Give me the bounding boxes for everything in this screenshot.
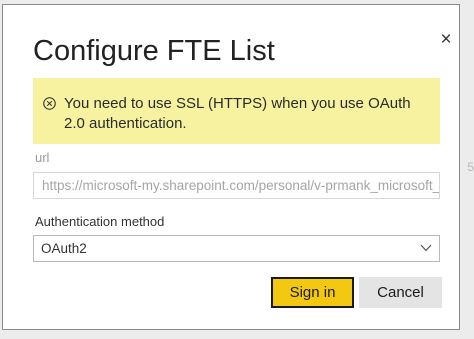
chevron-down-icon — [420, 244, 432, 252]
warning-banner: You need to use SSL (HTTPS) when you use… — [33, 78, 440, 144]
cancel-button[interactable]: Cancel — [359, 277, 442, 308]
circle-x-icon — [43, 97, 56, 110]
dialog-title: Configure FTE List — [33, 35, 275, 67]
url-label: url — [35, 150, 50, 165]
configure-dialog: Configure FTE List × You need to use SSL… — [2, 4, 460, 330]
sign-in-button[interactable]: Sign in — [271, 277, 354, 308]
warning-message: You need to use SSL (HTTPS) when you use… — [64, 95, 411, 132]
auth-method-label: Authentication method — [35, 214, 165, 229]
auth-method-select[interactable]: OAuth2 — [33, 235, 440, 262]
auth-method-value: OAuth2 — [41, 241, 87, 256]
close-icon[interactable]: × — [437, 30, 455, 49]
background-glyph: 5 — [467, 160, 474, 174]
url-input[interactable]: https://microsoft-my.sharepoint.com/pers… — [33, 172, 440, 199]
